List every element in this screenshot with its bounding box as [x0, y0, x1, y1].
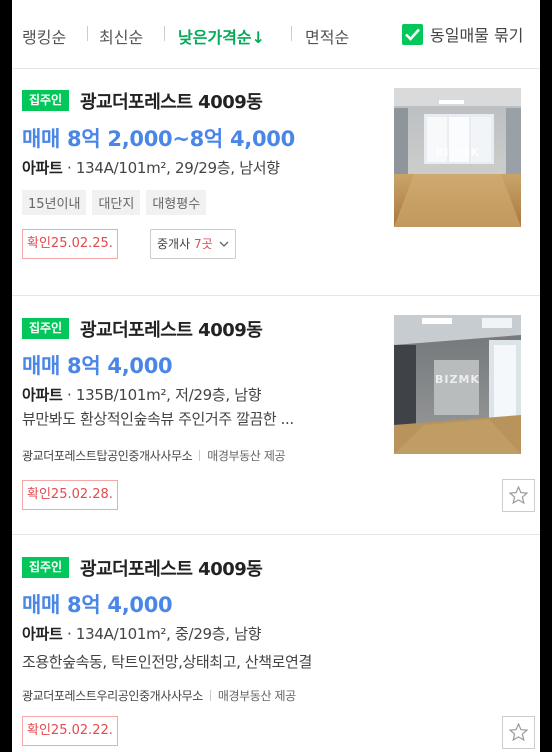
broker-count-button[interactable]: 중개사 7곳 [150, 229, 237, 259]
agent-divider [209, 690, 211, 701]
star-icon [509, 486, 528, 504]
agent-info: 광교더포레스트우리공인중개사사무소 매경부동산 제공 [22, 687, 296, 704]
data-provider: 매경부동산 제공 [217, 689, 296, 703]
sort-area[interactable]: 면적순 [305, 24, 349, 48]
listing-spec: 아파트 · 135B/101m², 저/29층, 남향 [22, 386, 262, 404]
sort-lowest-price[interactable]: 낮은가격순↓ [178, 24, 265, 48]
sort-newest[interactable]: 최신순 [99, 24, 143, 48]
agent-divider [199, 450, 201, 461]
listing-price: 매매 8억 2,000~8억 4,000 [22, 127, 295, 151]
owner-badge: 집주인 [22, 557, 69, 578]
spec-detail: 134A/101m², 29/29층, 남서향 [75, 159, 280, 177]
star-icon [509, 723, 528, 741]
group-same-listing-label[interactable]: 동일매물 묶기 [430, 22, 523, 46]
listing-panel: 랭킹순 최신순 낮은가격순↓ 면적순 동일매물 묶기 집주인 광교더포레스트 4… [12, 0, 540, 752]
favorite-button[interactable] [502, 479, 535, 512]
photo-watermark: BIZMK [435, 373, 480, 386]
listing-title[interactable]: 광교더포레스트 4009동 [80, 88, 263, 114]
listing-title[interactable]: 광교더포레스트 4009동 [80, 316, 263, 342]
confirm-date-badge: 확인25.02.25. [22, 229, 118, 259]
photo-watermark: BIZMK [435, 146, 480, 159]
sort-bar: 랭킹순 최신순 낮은가격순↓ 면적순 동일매물 묶기 [12, 0, 540, 69]
spec-detail: 134A/101m², 중/29층, 남향 [75, 625, 262, 643]
listing-spec: 아파트 · 134A/101m², 중/29층, 남향 [22, 625, 262, 643]
listing-description: 뷰만봐도 환상적인숲속뷰 주인거주 깔끔한 ... [22, 410, 294, 428]
listing-price: 매매 8억 4,000 [22, 354, 173, 378]
broker-label: 중개사 [157, 237, 191, 251]
favorite-button[interactable] [502, 716, 535, 749]
sort-divider [164, 26, 165, 41]
tag-list: 15년이내 대단지 대형평수 [22, 190, 207, 215]
listing-photo[interactable]: BIZMK [394, 88, 521, 227]
tag: 대형평수 [146, 190, 207, 215]
check-icon [405, 28, 420, 41]
property-type: 아파트 [22, 625, 63, 643]
chevron-down-icon [220, 241, 229, 247]
listing-price: 매매 8억 4,000 [22, 593, 173, 617]
confirm-date-badge: 확인25.02.22. [22, 716, 118, 746]
listing-card[interactable]: 집주인 광교더포레스트 4009동 매매 8억 2,000~8억 4,000 아… [12, 69, 540, 296]
listing-spec: 아파트 · 134A/101m², 29/29층, 남서향 [22, 159, 280, 177]
listing-card[interactable]: 집주인 광교더포레스트 4009동 매매 8억 4,000 아파트 · 134A… [12, 535, 540, 752]
group-same-listing-checkbox[interactable] [402, 24, 423, 45]
confirm-date-badge: 확인25.02.28. [22, 480, 118, 510]
tag: 대단지 [92, 190, 141, 215]
sort-divider [291, 26, 292, 41]
data-provider: 매경부동산 제공 [207, 449, 286, 463]
spec-detail: 135B/101m², 저/29층, 남향 [75, 386, 262, 404]
tag: 15년이내 [22, 190, 87, 215]
broker-count: 7곳 [193, 237, 213, 251]
listing-photo[interactable]: BIZMK [394, 315, 521, 454]
owner-badge: 집주인 [22, 90, 69, 111]
agent-name: 광교더포레스트탑공인중개사사무소 [22, 449, 193, 463]
listing-card[interactable]: 집주인 광교더포레스트 4009동 매매 8억 4,000 아파트 · 135B… [12, 296, 540, 535]
sort-ranking[interactable]: 랭킹순 [22, 24, 66, 48]
sort-divider [87, 26, 88, 41]
property-type: 아파트 [22, 159, 63, 177]
listing-description: 조용한숲속동, 탁트인전망,상태최고, 산책로연결 [22, 653, 312, 671]
agent-name: 광교더포레스트우리공인중개사사무소 [22, 689, 203, 703]
listing-title[interactable]: 광교더포레스트 4009동 [80, 555, 263, 581]
owner-badge: 집주인 [22, 318, 69, 339]
agent-info: 광교더포레스트탑공인중개사사무소 매경부동산 제공 [22, 447, 286, 464]
property-type: 아파트 [22, 386, 63, 404]
